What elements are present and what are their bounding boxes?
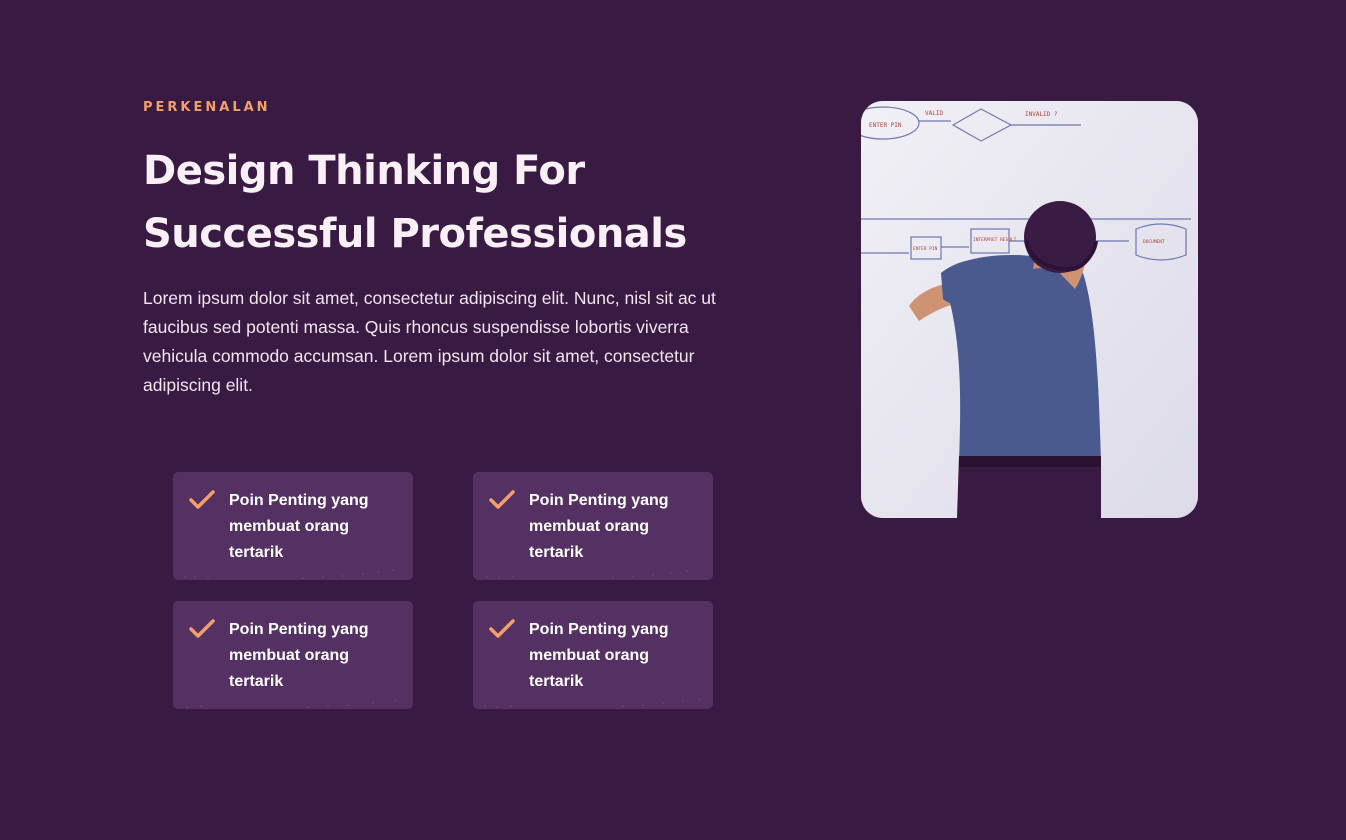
title-line-1: Design Thinking For bbox=[143, 148, 585, 194]
title-line-2: Successful Professionals bbox=[143, 211, 687, 257]
whiteboard-label: INTERPRET RESULT bbox=[973, 237, 1017, 243]
whiteboard-label: DOCUMENT bbox=[1143, 239, 1165, 245]
section-title: Design Thinking For Successful Professio… bbox=[143, 140, 783, 266]
section-description: Lorem ipsum dolor sit amet, consectetur … bbox=[143, 288, 716, 395]
check-icon bbox=[189, 619, 215, 638]
whiteboard-label: ENTER PIN bbox=[913, 246, 938, 252]
card-decoration bbox=[486, 570, 688, 579]
check-icon bbox=[189, 490, 215, 509]
whiteboard-label: INVALID ? bbox=[1025, 111, 1058, 118]
whiteboard-label: ENTER PIN bbox=[869, 122, 902, 129]
check-icon bbox=[489, 619, 515, 638]
point-card: Poin Penting yang membuat orang tertarik bbox=[173, 601, 413, 709]
point-card: Poin Penting yang membuat orang tertarik bbox=[473, 472, 713, 580]
section-eyebrow: PERKENALAN bbox=[143, 100, 271, 115]
card-decoration bbox=[186, 700, 396, 708]
check-icon bbox=[489, 490, 515, 509]
whiteboard-label: VALID bbox=[925, 110, 943, 117]
whiteboard-illustration: ENTER PIN VALID INVALID ? ENTER PIN INTE… bbox=[861, 101, 1198, 518]
card-decoration bbox=[184, 569, 394, 579]
whiteboard-photo: ENTER PIN VALID INVALID ? ENTER PIN INTE… bbox=[861, 101, 1198, 518]
card-decoration bbox=[484, 698, 700, 708]
point-card: Poin Penting yang membuat orang tertarik bbox=[173, 472, 413, 580]
point-card: Poin Penting yang membuat orang tertarik bbox=[473, 601, 713, 709]
